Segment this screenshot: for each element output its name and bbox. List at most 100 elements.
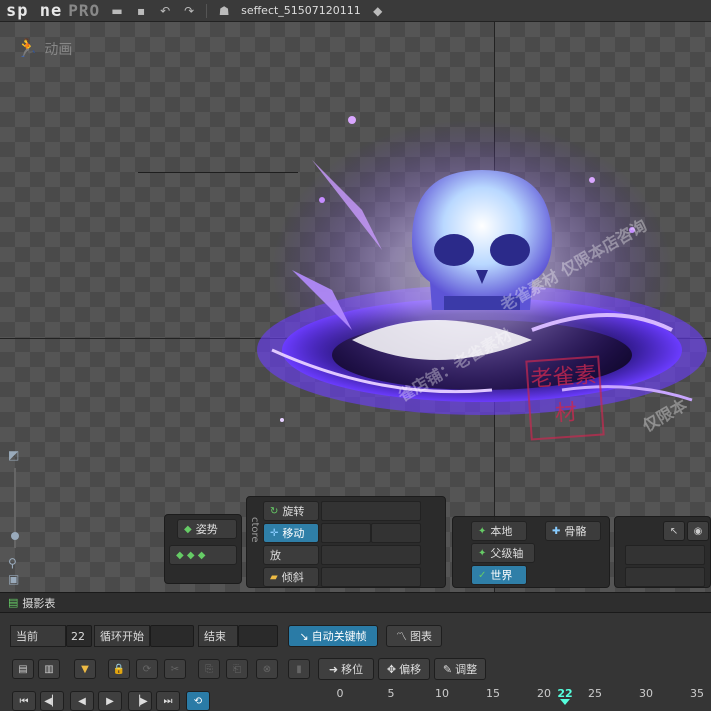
rotate-value-field[interactable] xyxy=(321,501,421,521)
rotate-tool-button[interactable]: ↻ 旋转 xyxy=(263,501,319,521)
sync-icon[interactable]: ⟳ xyxy=(136,659,158,679)
key-buttons[interactable]: ◆ ◆ ◆ xyxy=(169,545,237,565)
edition-label: PRO xyxy=(68,0,101,20)
playhead[interactable] xyxy=(560,699,570,705)
copy-keys-icon[interactable]: ▤ xyxy=(12,659,34,679)
tick-label: 35 xyxy=(690,687,704,700)
parent-label: 父级轴 xyxy=(490,547,524,560)
logo-text: sp ne xyxy=(6,0,63,21)
chevron-down-icon[interactable]: ◆ xyxy=(371,4,385,18)
move-icon: ✛ xyxy=(270,527,279,539)
pose-label: 姿势 xyxy=(195,523,218,536)
shear-value-field[interactable] xyxy=(321,567,421,587)
world-axis-icon: ✓ xyxy=(478,569,487,581)
loop-end-input[interactable] xyxy=(238,625,278,647)
diamond-icon: ◆ xyxy=(184,523,192,535)
filter-icon[interactable]: ▼ xyxy=(74,659,96,679)
mode-label: 🏃 动画 xyxy=(16,38,72,59)
tick-label: 0 xyxy=(336,687,344,700)
tick-label: 5 xyxy=(387,687,395,700)
offset2-button[interactable]: ✥ 偏移 xyxy=(378,658,430,680)
option-field[interactable] xyxy=(625,545,705,565)
shear-icon: ▰ xyxy=(270,571,278,583)
dopesheet-icon: ▤ xyxy=(8,596,19,609)
magnifier-icon[interactable]: ⚲ xyxy=(8,556,17,570)
shear-tool-button[interactable]: ▰ 倾斜 xyxy=(263,567,319,587)
axis-bone-button[interactable]: ✚ 骨骼 xyxy=(545,521,601,541)
play-button[interactable]: ▶ xyxy=(98,691,122,711)
dopesheet-dock: ▤ 摄影表 当前 22 循环开始 结束 ↘ 自动关键帧 〽 图表 ▤ ▥ ▼ 🔒… xyxy=(0,592,711,711)
axis-world-button[interactable]: ✓ 世界 xyxy=(471,565,527,585)
mode-label-text: 动画 xyxy=(44,41,73,58)
spine-logo: sp ne PRO xyxy=(6,1,100,21)
graph-icon: 〽 xyxy=(396,630,407,643)
loop-end-label: 结束 xyxy=(198,625,238,647)
copy-icon[interactable]: ⎘ xyxy=(198,659,220,679)
offset-label: 移位 xyxy=(341,663,364,676)
current-frame-input[interactable]: 22 xyxy=(66,625,92,647)
axes-panel: ✦ 本地 ✚ 骨骼 ✦ 父级轴 ✓ 世界 xyxy=(452,516,610,588)
trash-icon[interactable]: ▮ xyxy=(288,659,310,679)
world-label: 世界 xyxy=(490,569,513,582)
cursor-icon[interactable]: ↖ xyxy=(663,521,685,541)
running-man-icon: 🏃 xyxy=(16,38,39,59)
parent-axis-icon: ✦ xyxy=(478,547,487,559)
dopesheet-tab-label: 摄影表 xyxy=(22,596,56,610)
toolbar-separator xyxy=(206,3,208,18)
option-field[interactable] xyxy=(625,567,705,587)
local-label: 本地 xyxy=(490,525,513,538)
lock-icon[interactable]: 🔒 xyxy=(108,659,130,679)
timeline-ruler[interactable]: 0 5 10 15 20 22 25 30 35 xyxy=(330,687,711,711)
axis-parent-button[interactable]: ✦ 父级轴 xyxy=(471,543,535,563)
tick-label: 25 xyxy=(588,687,602,700)
skull-effect-artwork[interactable] xyxy=(232,100,711,460)
tick-label: 20 xyxy=(537,687,551,700)
fit-icon[interactable]: ◩ xyxy=(8,448,19,462)
auto-key-button[interactable]: ↘ 自动关键帧 xyxy=(288,625,378,647)
zoom-slider-knob[interactable] xyxy=(11,532,19,540)
cut-icon[interactable]: ✂ xyxy=(164,659,186,679)
axis-local-button[interactable]: ✦ 本地 xyxy=(471,521,527,541)
paste-icon[interactable]: ⎗ xyxy=(226,659,248,679)
paste-keys-icon[interactable]: ▥ xyxy=(38,659,60,679)
pose-button[interactable]: ◆ 姿势 xyxy=(177,519,237,539)
save-icon[interactable]: ▪ xyxy=(134,4,148,18)
shear-label: 倾斜 xyxy=(281,571,304,584)
arrow-right-icon: ➜ xyxy=(328,662,339,676)
first-frame-button[interactable]: ⏮ xyxy=(12,691,36,711)
redo-icon[interactable]: ↷ xyxy=(182,4,196,18)
translate-tool-button[interactable]: ✛ 移动 xyxy=(263,523,319,543)
arrows-icon: ✥ xyxy=(386,662,397,676)
delete-icon[interactable]: ⊗ xyxy=(256,659,278,679)
diamond-icon: ◆ ◆ ◆ xyxy=(176,549,206,561)
bone-label: 骨骼 xyxy=(564,525,587,538)
eye-icon[interactable]: ◉ xyxy=(687,521,709,541)
offset-button[interactable]: ➜ 移位 xyxy=(318,658,374,680)
scale-value-field[interactable] xyxy=(321,545,421,565)
tick-label: 30 xyxy=(639,687,653,700)
loop-button[interactable]: ⟲ xyxy=(186,691,210,711)
folder-open-icon[interactable]: ▬ xyxy=(110,4,124,18)
dopesheet-tab[interactable]: ▤ 摄影表 xyxy=(0,593,711,613)
project-name[interactable]: seffect_51507120111 xyxy=(241,4,361,17)
key-icon: ↘ xyxy=(299,629,309,643)
loop-start-label: 循环开始 xyxy=(94,625,150,647)
adjust-button[interactable]: ✎ 调整 xyxy=(434,658,486,680)
watermark-stamp: 老雀素材 xyxy=(525,355,605,441)
prev-key-button[interactable]: ◀▏ xyxy=(40,691,64,711)
last-frame-button[interactable]: ⏭ xyxy=(156,691,180,711)
bone-axis-icon: ✚ xyxy=(552,525,561,537)
graph-button[interactable]: 〽 图表 xyxy=(386,625,442,647)
scale-tool-button[interactable]: 放 xyxy=(263,545,319,565)
skeleton-icon: ☗ xyxy=(218,3,230,18)
translate-y-field[interactable] xyxy=(371,523,421,543)
play-reverse-button[interactable]: ◀ xyxy=(70,691,94,711)
viewport[interactable]: 🏃 动画 老雀素材 老雀素材 仅限本店咨询 雀店铺：老雀素材 仅限本 ◩ ⚲ ▣… xyxy=(0,22,711,592)
next-key-button[interactable]: ▕▶ xyxy=(128,691,152,711)
translate-x-field[interactable] xyxy=(321,523,371,543)
rotate-label: 旋转 xyxy=(282,505,305,518)
zoom-strip[interactable]: ◩ ⚲ ▣ xyxy=(6,448,24,588)
frame-icon[interactable]: ▣ xyxy=(8,572,19,586)
undo-icon[interactable]: ↶ xyxy=(158,4,172,18)
loop-start-input[interactable] xyxy=(150,625,194,647)
